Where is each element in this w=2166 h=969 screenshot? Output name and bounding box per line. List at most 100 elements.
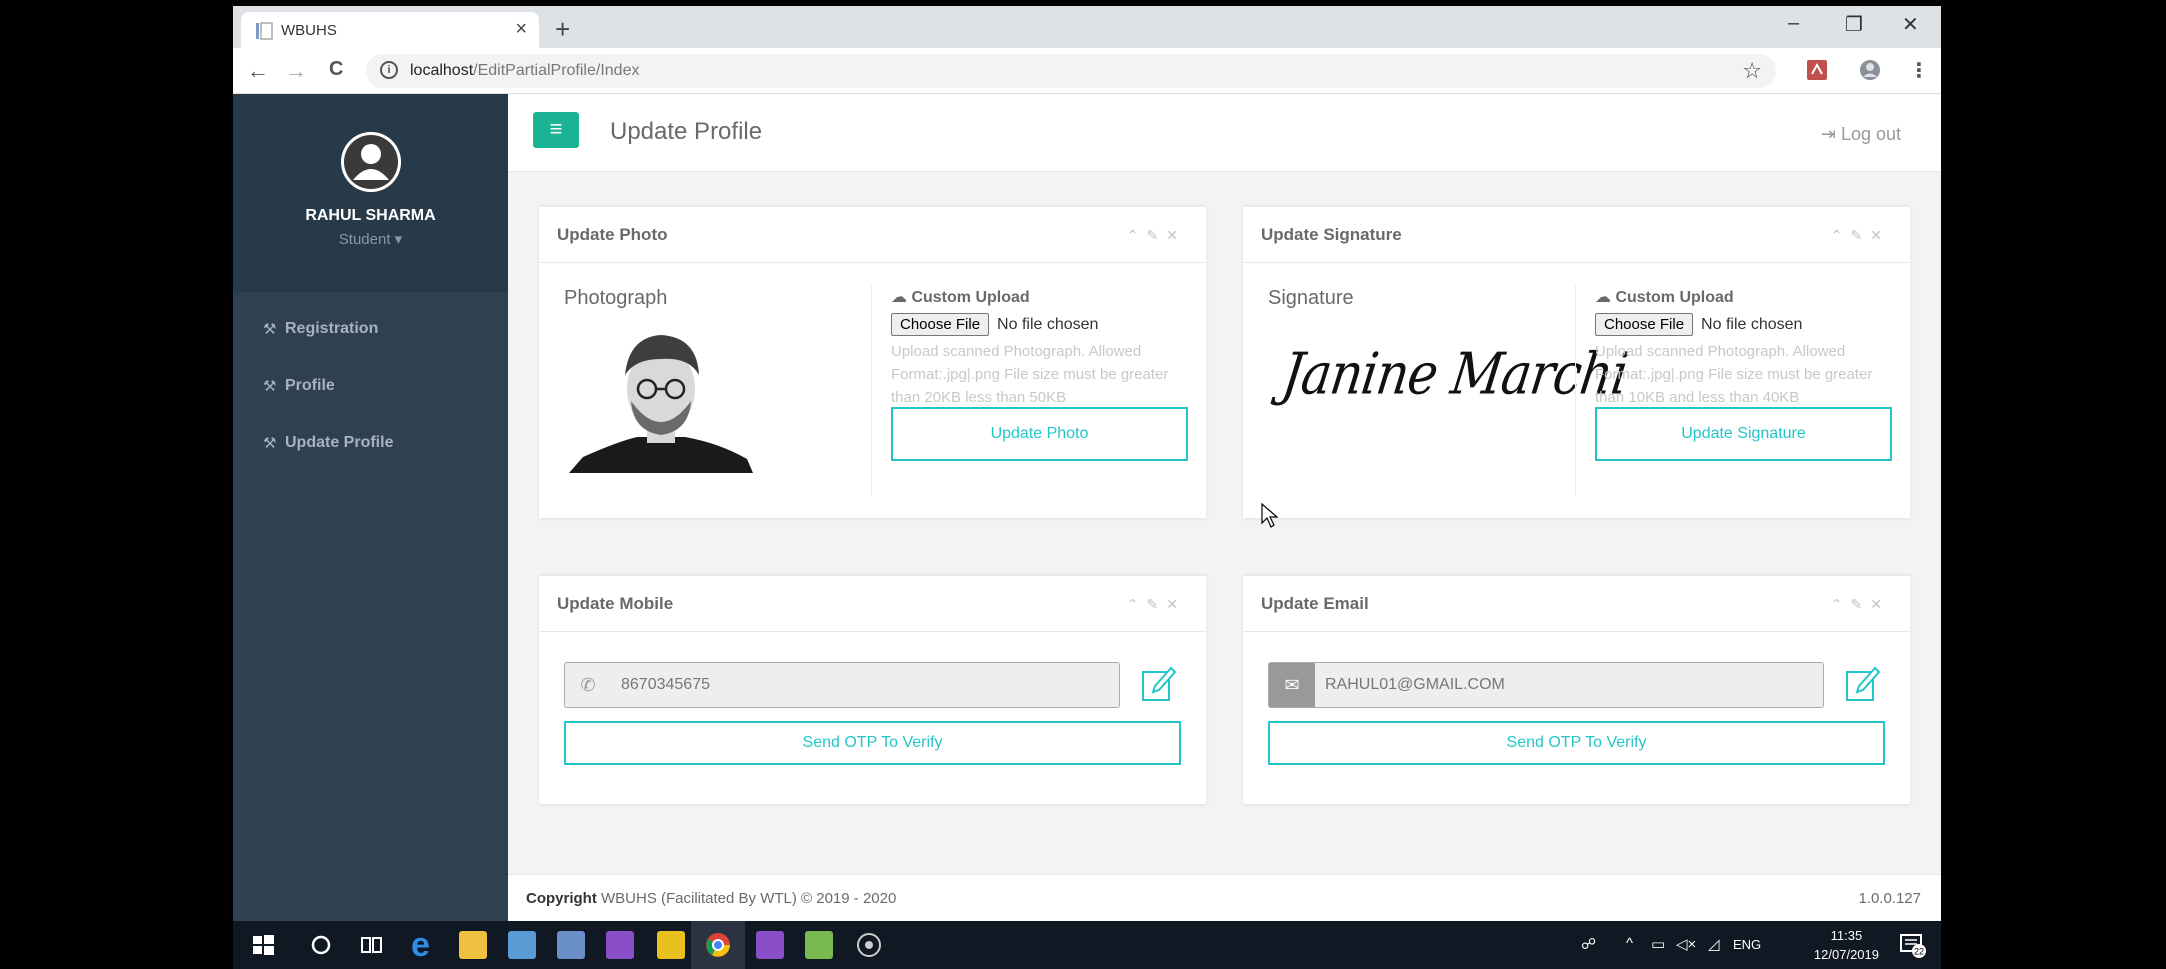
language-indicator[interactable]: ENG — [1733, 937, 1761, 952]
envelope-icon: ✉ — [1269, 663, 1315, 707]
phone-icon: ✆ — [580, 674, 596, 695]
notification-count: 22 — [1914, 947, 1924, 957]
signature-file-input[interactable]: Choose File No file chosen — [1595, 313, 1802, 336]
choose-file-button[interactable]: Choose File — [891, 313, 990, 336]
signature-label: Signature — [1268, 287, 1354, 309]
user-role-dropdown[interactable]: Student ▾ — [233, 230, 508, 248]
mobile-input-group[interactable]: ✆ 8670345675 — [564, 662, 1120, 708]
file-status: No file chosen — [1701, 315, 1803, 333]
top-navbar: ≡ Update Profile ⇥ Log out — [508, 94, 1941, 172]
clock-time: 11:35 — [1830, 928, 1863, 943]
forward-icon[interactable]: → — [285, 58, 307, 84]
version-text: 1.0.0.127 — [1858, 890, 1921, 907]
update-signature-button[interactable]: Update Signature — [1595, 407, 1892, 461]
panel-header: Update Email ⌃✎✕ — [1243, 576, 1910, 632]
taskbar-clock[interactable]: 11:35 12/07/2019 — [1814, 926, 1879, 964]
battery-icon[interactable]: ▭ — [1651, 935, 1665, 953]
file-status: No file chosen — [997, 315, 1099, 333]
people-icon[interactable]: ☍ — [1581, 935, 1596, 953]
custom-upload-label: ☁ Custom Upload — [891, 289, 1030, 306]
app-circle-icon[interactable] — [855, 931, 883, 959]
photo-file-input[interactable]: Choose File No file chosen — [891, 313, 1098, 336]
update-photo-button[interactable]: Update Photo — [891, 407, 1188, 461]
windows-start-icon[interactable] — [249, 931, 277, 959]
address-url: localhost/EditPartialProfile/Index — [410, 62, 639, 80]
sidebar-item-registration[interactable]: ⚒ Registration — [263, 314, 378, 344]
edit-email-icon[interactable] — [1843, 664, 1883, 704]
copyright-text: Copyright WBUHS (Facilitated By WTL) © 2… — [526, 890, 897, 907]
wifi-icon[interactable]: ◿ — [1708, 935, 1720, 953]
setup-tool-icon[interactable] — [508, 931, 536, 959]
browser-toolbar: ← → C i localhost/EditPartialProfile/Ind… — [233, 48, 1941, 94]
notepad-icon[interactable] — [805, 931, 833, 959]
bookmark-star-icon[interactable]: ☆ — [1742, 58, 1762, 84]
logout-icon: ⇥ — [1820, 124, 1841, 144]
column-divider — [1575, 285, 1576, 495]
signature-help-text: Upload scanned Photograph. Allowed Forma… — [1595, 343, 1873, 406]
magic-wand-icon: ⚒ — [263, 435, 277, 452]
panel-title: Update Signature — [1261, 225, 1402, 244]
panel-header: Update Signature ⌃✎✕ — [1243, 207, 1910, 263]
column-divider — [871, 285, 872, 495]
email-input-group[interactable]: ✉ RAHUL01@GMAIL.COM — [1268, 662, 1824, 708]
menu-toggle-button[interactable]: ≡ — [533, 112, 579, 148]
panel-title: Update Photo — [557, 225, 668, 244]
mobile-input[interactable]: 8670345675 — [621, 676, 710, 694]
signature-image: Janine Marchi — [1278, 340, 1632, 408]
action-center-icon[interactable]: 22 — [1899, 931, 1927, 959]
visual-studio-code-icon[interactable] — [756, 931, 784, 959]
new-tab-icon[interactable]: + — [555, 14, 570, 45]
page-footer: Copyright WBUHS (Facilitated By WTL) © 2… — [508, 874, 1941, 921]
windows-taskbar: e ☍ ^ ▭ ◁× ◿ ENG 11:35 12/07/2019 22 — [233, 921, 1941, 969]
photograph-label: Photograph — [564, 287, 668, 309]
tab-close-icon[interactable]: × — [515, 18, 527, 41]
profile-photo — [569, 329, 753, 473]
send-otp-email-button[interactable]: Send OTP To Verify — [1268, 721, 1885, 765]
search-icon[interactable] — [307, 931, 335, 959]
panel-tools-icon[interactable]: ⌃✎✕ — [1831, 596, 1890, 613]
sidebar-item-update-profile[interactable]: ⚒ Update Profile — [263, 428, 393, 458]
visual-studio-icon[interactable] — [606, 931, 634, 959]
chrome-icon[interactable] — [704, 931, 732, 959]
email-input[interactable]: RAHUL01@GMAIL.COM — [1325, 676, 1505, 694]
browser-window: WBUHS × + – ❐ ✕ ← → C i localhost/EditPa… — [233, 6, 1941, 921]
restore-icon[interactable]: ❐ — [1845, 12, 1863, 37]
panel-tools-icon[interactable]: ⌃✎✕ — [1127, 596, 1186, 613]
tab-strip: WBUHS × + – ❐ ✕ — [233, 6, 1941, 48]
sidebar-profile: RAHUL SHARMA Student ▾ — [233, 94, 508, 292]
sidebar-item-label: Update Profile — [285, 434, 394, 451]
panel-header: Update Photo ⌃✎✕ — [539, 207, 1206, 263]
address-bar[interactable]: i localhost/EditPartialProfile/Index ☆ — [366, 54, 1776, 88]
minimize-icon[interactable]: – — [1788, 12, 1799, 35]
task-view-icon[interactable] — [357, 931, 385, 959]
update-signature-panel: Update Signature ⌃✎✕ Signature Janine Ma… — [1243, 205, 1910, 518]
clock-date: 12/07/2019 — [1813, 947, 1879, 962]
volume-icon[interactable]: ◁× — [1676, 935, 1696, 953]
sticky-app-icon[interactable] — [657, 931, 685, 959]
browser-menu-icon[interactable]: ⋮ — [1909, 58, 1929, 83]
profile-avatar-icon[interactable] — [1859, 59, 1881, 81]
pdf-extension-icon[interactable] — [1806, 59, 1828, 81]
app-icon[interactable] — [557, 931, 585, 959]
panel-tools-icon[interactable]: ⌃✎✕ — [1831, 227, 1890, 244]
tray-chevron-icon[interactable]: ^ — [1626, 935, 1633, 952]
browser-tab[interactable]: WBUHS × — [241, 12, 539, 48]
back-icon[interactable]: ← — [247, 58, 269, 84]
cloud-upload-icon: ☁ — [891, 289, 912, 306]
edge-browser-icon[interactable]: e — [411, 928, 439, 962]
reload-icon[interactable]: C — [329, 58, 343, 81]
window-close-icon[interactable]: ✕ — [1902, 12, 1919, 37]
file-explorer-icon[interactable] — [459, 931, 487, 959]
sidebar-item-profile[interactable]: ⚒ Profile — [263, 371, 335, 401]
avatar[interactable] — [341, 132, 401, 192]
panel-title: Update Mobile — [557, 594, 674, 613]
url-path: /EditPartialProfile/Index — [473, 62, 640, 79]
choose-file-button[interactable]: Choose File — [1595, 313, 1694, 336]
panel-tools-icon[interactable]: ⌃✎✕ — [1127, 227, 1186, 244]
edit-mobile-icon[interactable] — [1139, 664, 1179, 704]
tab-title: WBUHS — [281, 22, 337, 39]
logout-link[interactable]: ⇥ Log out — [1821, 124, 1901, 145]
info-icon[interactable]: i — [380, 61, 398, 79]
main-content: ≡ Update Profile ⇥ Log out Update Photo … — [508, 94, 1941, 921]
send-otp-mobile-button[interactable]: Send OTP To Verify — [564, 721, 1181, 765]
